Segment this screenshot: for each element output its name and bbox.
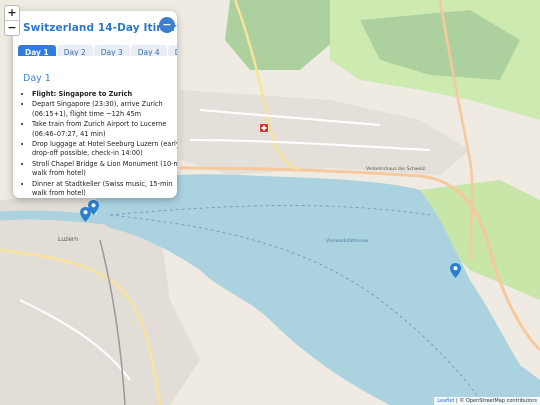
tab-day-1[interactable]: Day 1 — [18, 45, 56, 56]
map-attribution: Leaflet | © OpenStreetMap contributors — [434, 397, 540, 405]
tab-day-4[interactable]: Day 4 — [130, 45, 167, 56]
map-label-museum: Verkehrshaus der Schweiz — [366, 166, 426, 172]
tab-day-5[interactable]: Day 5 — [167, 45, 177, 56]
list-item: Take train from Zurich Airport to Lucern… — [32, 120, 177, 139]
day-heading: Day 1 — [23, 73, 51, 84]
zoom-in-button[interactable]: + — [5, 6, 19, 20]
list-item: Dinner at Stadtkeller (Swiss music, 15-m… — [32, 180, 177, 198]
zoom-out-button[interactable]: − — [5, 20, 19, 35]
osm-attribution: | © OpenStreetMap contributors — [454, 398, 537, 404]
map-label-lake: Vierwaldstättersee — [326, 238, 369, 244]
leaflet-link[interactable]: Leaflet — [437, 398, 454, 404]
panel-title: Switzerland 14-Day Itinerary — [23, 22, 177, 34]
map-marker-icon[interactable] — [450, 263, 461, 278]
itinerary-panel: Switzerland 14-Day Itinerary − Day 1Day … — [13, 11, 177, 198]
zoom-control: + − — [4, 5, 20, 36]
tab-day-2[interactable]: Day 2 — [56, 45, 93, 56]
day-tabs: Day 1Day 2Day 3Day 4Day 5 — [18, 40, 177, 56]
list-item: Flight: Singapore to Zurich — [32, 90, 177, 99]
list-item: Stroll Chapel Bridge & Lion Monument (10… — [32, 160, 177, 179]
day-activity-list: Flight: Singapore to Zurich Depart Singa… — [21, 90, 177, 198]
tab-day-3[interactable]: Day 3 — [93, 45, 130, 56]
collapse-button[interactable]: − — [159, 17, 175, 33]
list-item: Drop luggage at Hotel Seeburg Luzern (ea… — [32, 140, 177, 159]
map-marker-icon[interactable] — [80, 207, 91, 222]
minus-icon: − — [162, 18, 172, 31]
map-label-lucerne: Luzern — [58, 236, 78, 243]
list-item: Depart Singapore (23:30), arrive Zurich … — [32, 100, 177, 119]
